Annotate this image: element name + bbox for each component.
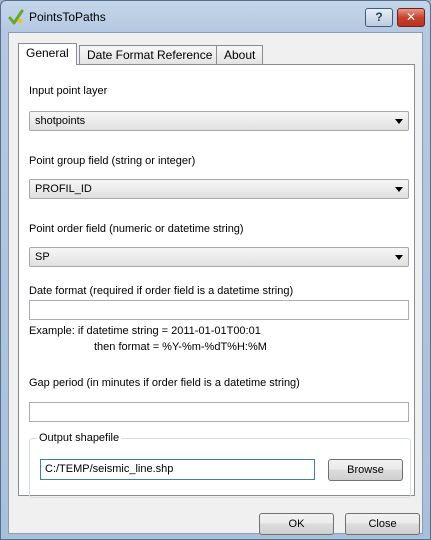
group-field-value: PROFIL_ID	[35, 183, 92, 195]
order-field-value: SP	[35, 251, 50, 263]
output-shapefile-title: Output shapefile	[37, 432, 122, 444]
window-close-button[interactable]: ✕	[397, 8, 425, 27]
order-field-select[interactable]: SP	[29, 247, 409, 267]
chevron-down-icon	[395, 119, 403, 124]
chevron-down-icon	[395, 187, 403, 192]
tab-date-format-reference[interactable]: Date Format Reference	[79, 45, 221, 64]
help-button[interactable]: ?	[365, 8, 393, 27]
date-format-example-line2: then format = %Y-%m-%dT%H:%M	[94, 341, 267, 353]
close-icon: ✕	[405, 10, 417, 24]
window-title: PointsToPaths	[29, 10, 106, 24]
group-field-select[interactable]: PROFIL_ID	[29, 179, 409, 199]
chevron-down-icon	[395, 255, 403, 260]
group-field-label: Point group field (string or integer)	[29, 155, 196, 167]
title-bar[interactable]: PointsToPaths ? ✕	[1, 1, 430, 31]
order-field-label: Point order field (numeric or datetime s…	[29, 223, 244, 235]
general-tab-panel: Input point layer shotpoints Point group…	[18, 64, 415, 498]
dialog-window: PointsToPaths ? ✕ General Date Format Re…	[0, 0, 431, 540]
gap-period-label: Gap period (in minutes if order field is…	[29, 377, 300, 389]
output-shapefile-group: Output shapefile C:/TEMP/seismic_line.sh…	[29, 432, 411, 498]
dialog-client-area: General Date Format Reference About Inpu…	[8, 32, 423, 535]
date-format-example-line1: Example: if datetime string = 2011-01-01…	[29, 325, 261, 337]
ok-button[interactable]: OK	[259, 513, 334, 535]
qgis-plugin-icon	[8, 9, 24, 25]
tab-general[interactable]: General	[18, 43, 77, 65]
gap-period-input[interactable]	[29, 402, 409, 422]
output-path-input[interactable]: C:/TEMP/seismic_line.shp	[40, 459, 315, 480]
close-button[interactable]: Close	[345, 513, 420, 535]
tab-about[interactable]: About	[216, 45, 264, 64]
input-layer-value: shotpoints	[35, 115, 86, 127]
browse-button[interactable]: Browse	[328, 459, 403, 481]
date-format-label: Date format (required if order field is …	[29, 285, 294, 297]
date-format-input[interactable]	[29, 300, 409, 320]
input-layer-select[interactable]: shotpoints	[29, 111, 409, 131]
input-layer-label: Input point layer	[29, 85, 108, 97]
